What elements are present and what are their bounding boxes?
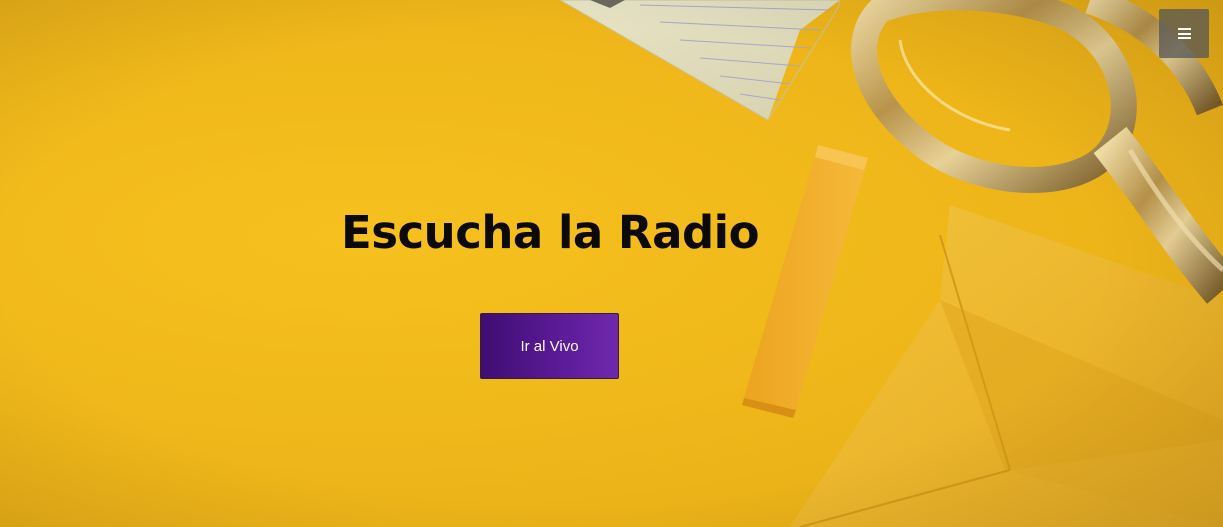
menu-button[interactable] xyxy=(1159,9,1209,58)
live-button[interactable]: Ir al Vivo xyxy=(480,313,619,379)
hamburger-menu-icon xyxy=(1177,28,1191,39)
hero-section: Escucha la Radio Ir al Vivo xyxy=(0,0,1223,527)
page-title: Escucha la Radio xyxy=(340,206,760,259)
